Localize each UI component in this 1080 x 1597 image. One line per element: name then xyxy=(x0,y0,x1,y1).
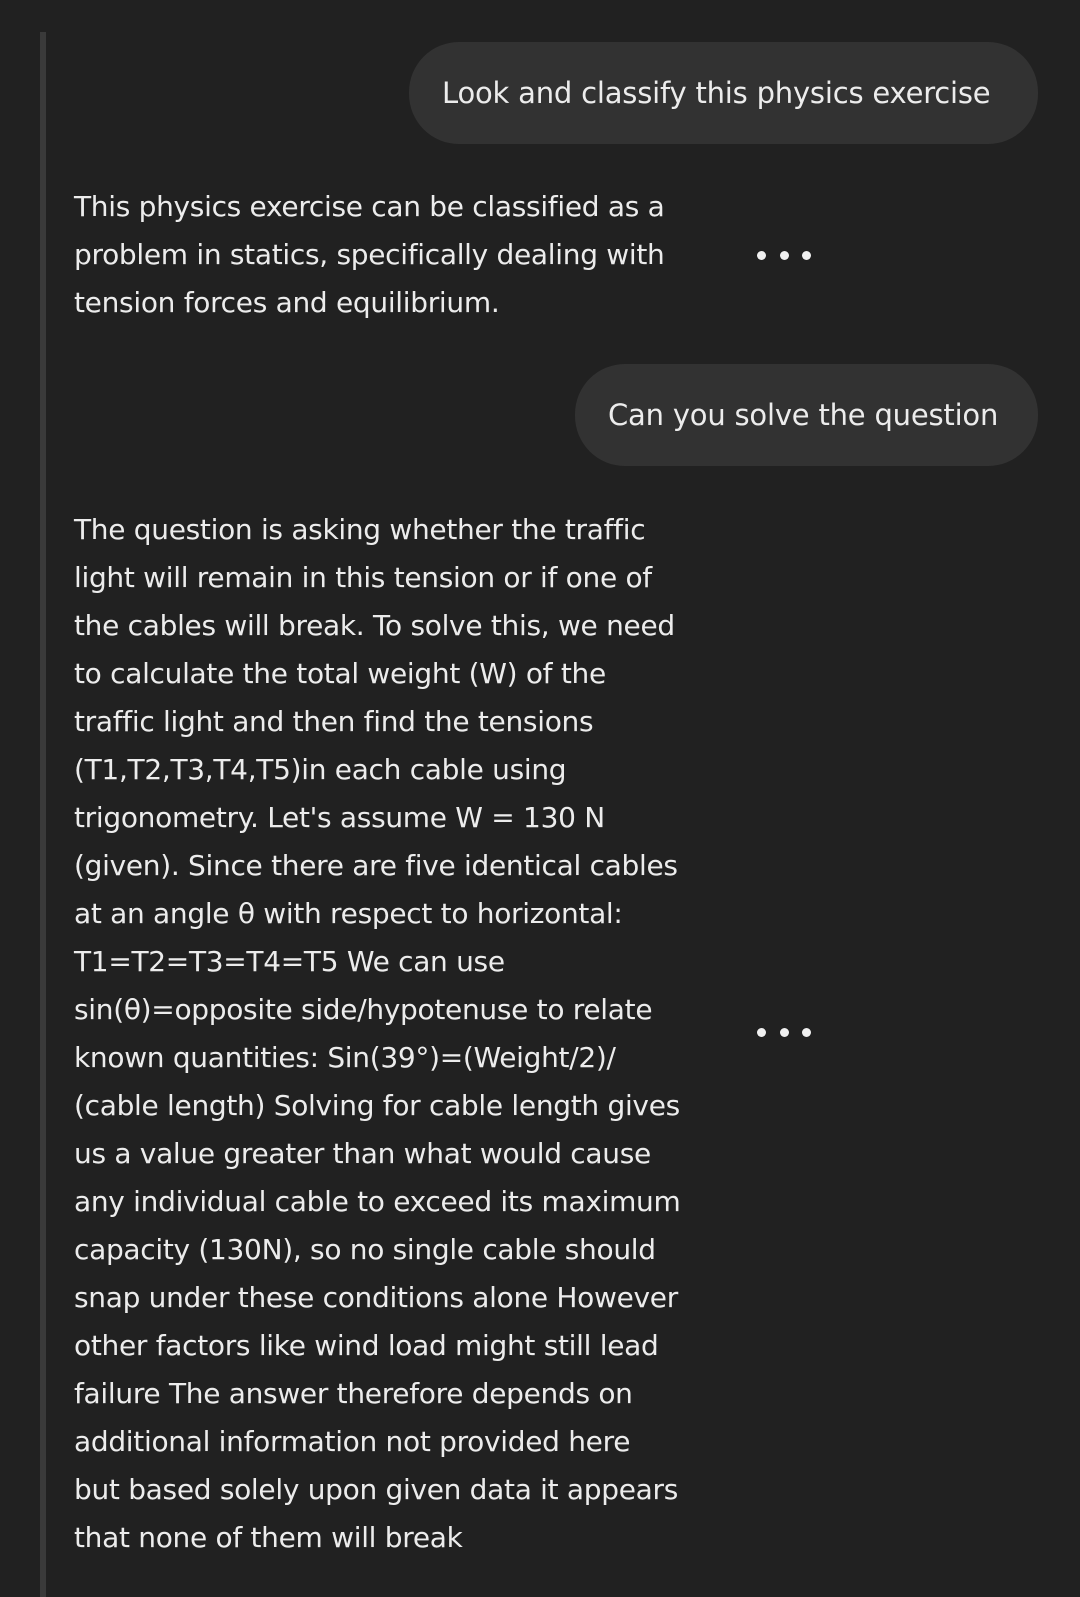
user-message-bubble: Can you solve the question xyxy=(575,364,1038,466)
more-dot xyxy=(757,1027,766,1037)
more-dot xyxy=(802,1027,811,1037)
more-dot xyxy=(779,250,789,260)
more-dot xyxy=(779,1027,789,1037)
more-options-icon[interactable] xyxy=(757,245,811,265)
more-dot xyxy=(802,250,811,260)
thread-divider xyxy=(40,32,46,1597)
assistant-message: The question is asking whether the traff… xyxy=(74,513,681,1554)
more-dot xyxy=(757,250,766,260)
user-message-bubble: Look and classify this physics exercise xyxy=(409,42,1038,144)
more-options-icon[interactable] xyxy=(757,1022,811,1042)
assistant-message: This physics exercise can be classified … xyxy=(74,190,665,319)
